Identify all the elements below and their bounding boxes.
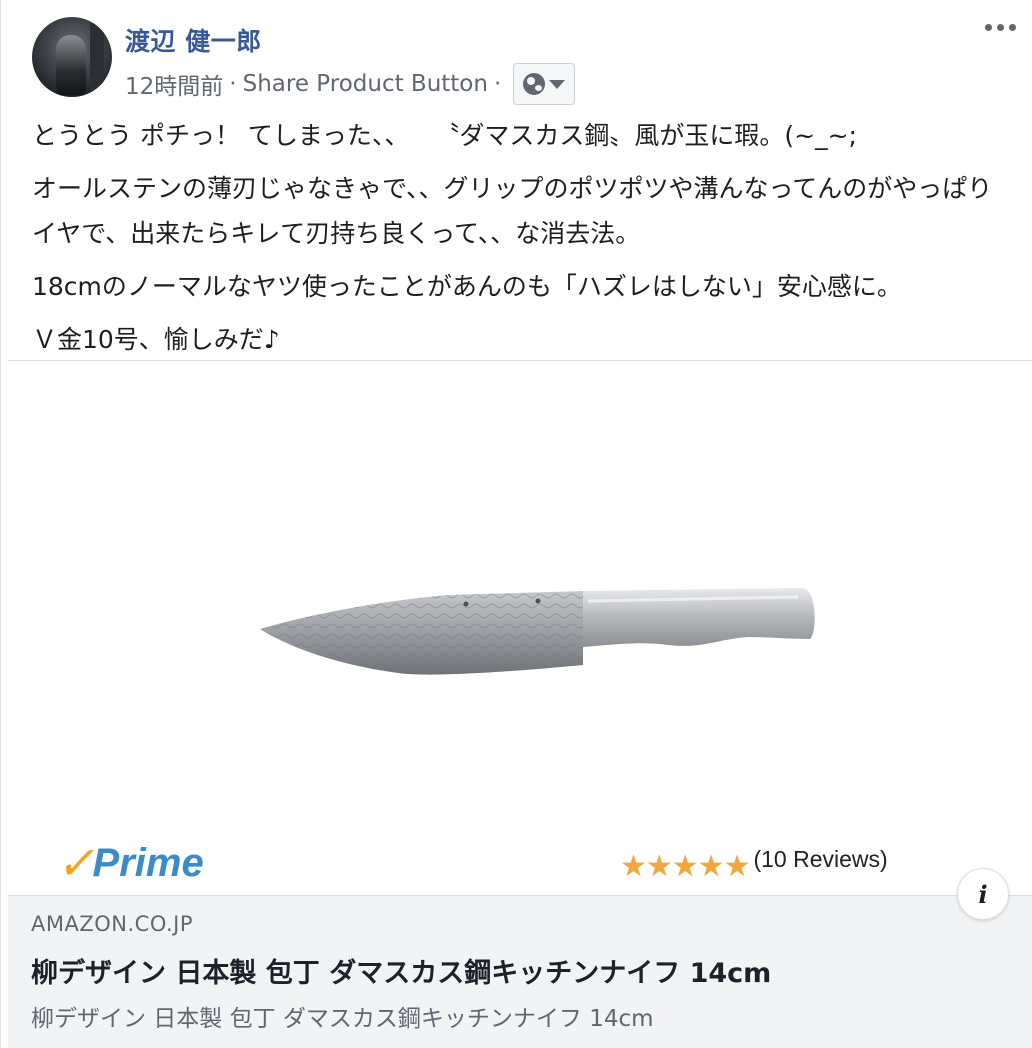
prime-label: Prime bbox=[92, 841, 204, 885]
prime-badge: ✓ Prime bbox=[54, 836, 204, 890]
globe-icon bbox=[523, 73, 546, 95]
post-via-app[interactable]: Share Product Button bbox=[243, 71, 488, 97]
link-preview[interactable]: AMAZON.CO.JP 柳デザイン 日本製 包丁 ダマスカス鋼キッチンナイフ … bbox=[8, 895, 1032, 1048]
more-options-icon[interactable] bbox=[985, 24, 1016, 31]
post-paragraph-3: 18cmのノーマルなヤツ使ったことがあんのも「ハズレはしない」安心感に。 bbox=[32, 272, 902, 301]
feed-post: 渡辺 健一郎 12時間前 · Share Product Button · とう… bbox=[0, 0, 1032, 1048]
avatar-background bbox=[90, 23, 104, 93]
product-rating: ★★★★★ (10 Reviews) bbox=[620, 846, 888, 884]
caret-down-icon bbox=[549, 79, 566, 89]
link-title[interactable]: 柳デザイン 日本製 包丁 ダマスカス鋼キッチンナイフ 14cm bbox=[31, 951, 771, 990]
reviews-count: (10 Reviews) bbox=[753, 846, 888, 872]
avatar-figure bbox=[56, 35, 86, 95]
post-meta: 12時間前 · Share Product Button · bbox=[125, 63, 576, 105]
knife-image bbox=[260, 588, 815, 675]
info-icon-button[interactable]: i bbox=[957, 868, 1009, 920]
author-avatar[interactable] bbox=[32, 17, 112, 97]
star-rating-icon: ★★★★★ bbox=[620, 849, 750, 884]
meta-separator-2: · bbox=[493, 71, 502, 97]
audience-selector-button[interactable] bbox=[513, 63, 576, 105]
post-timestamp[interactable]: 12時間前 bbox=[125, 67, 223, 101]
post-paragraph-2: オールステンの薄刃じゃなきゃで、、グリップのポツポツや溝んなってんのがやっぱりイ… bbox=[32, 174, 993, 248]
post-paragraph-1: とうとう ポチっ！ てしまった、、 〝ダマスカス鋼〟風が玉に瑕。(~_~; bbox=[32, 121, 857, 150]
product-image-link[interactable]: ✓ Prime ★★★★★ (10 Reviews) bbox=[8, 361, 1032, 895]
meta-separator: · bbox=[229, 71, 237, 97]
link-description: 柳デザイン 日本製 包丁 ダマスカス鋼キッチンナイフ 14cm bbox=[31, 1006, 654, 1032]
author-name-link[interactable]: 渡辺 健一郎 bbox=[125, 22, 262, 58]
link-domain: AMAZON.CO.JP bbox=[31, 912, 194, 936]
post-body: とうとう ポチっ！ てしまった、、 〝ダマスカス鋼〟風が玉に瑕。(~_~; オー… bbox=[32, 113, 1017, 370]
post-paragraph-4: Ｖ金10号、愉しみだ♪ bbox=[32, 325, 280, 354]
